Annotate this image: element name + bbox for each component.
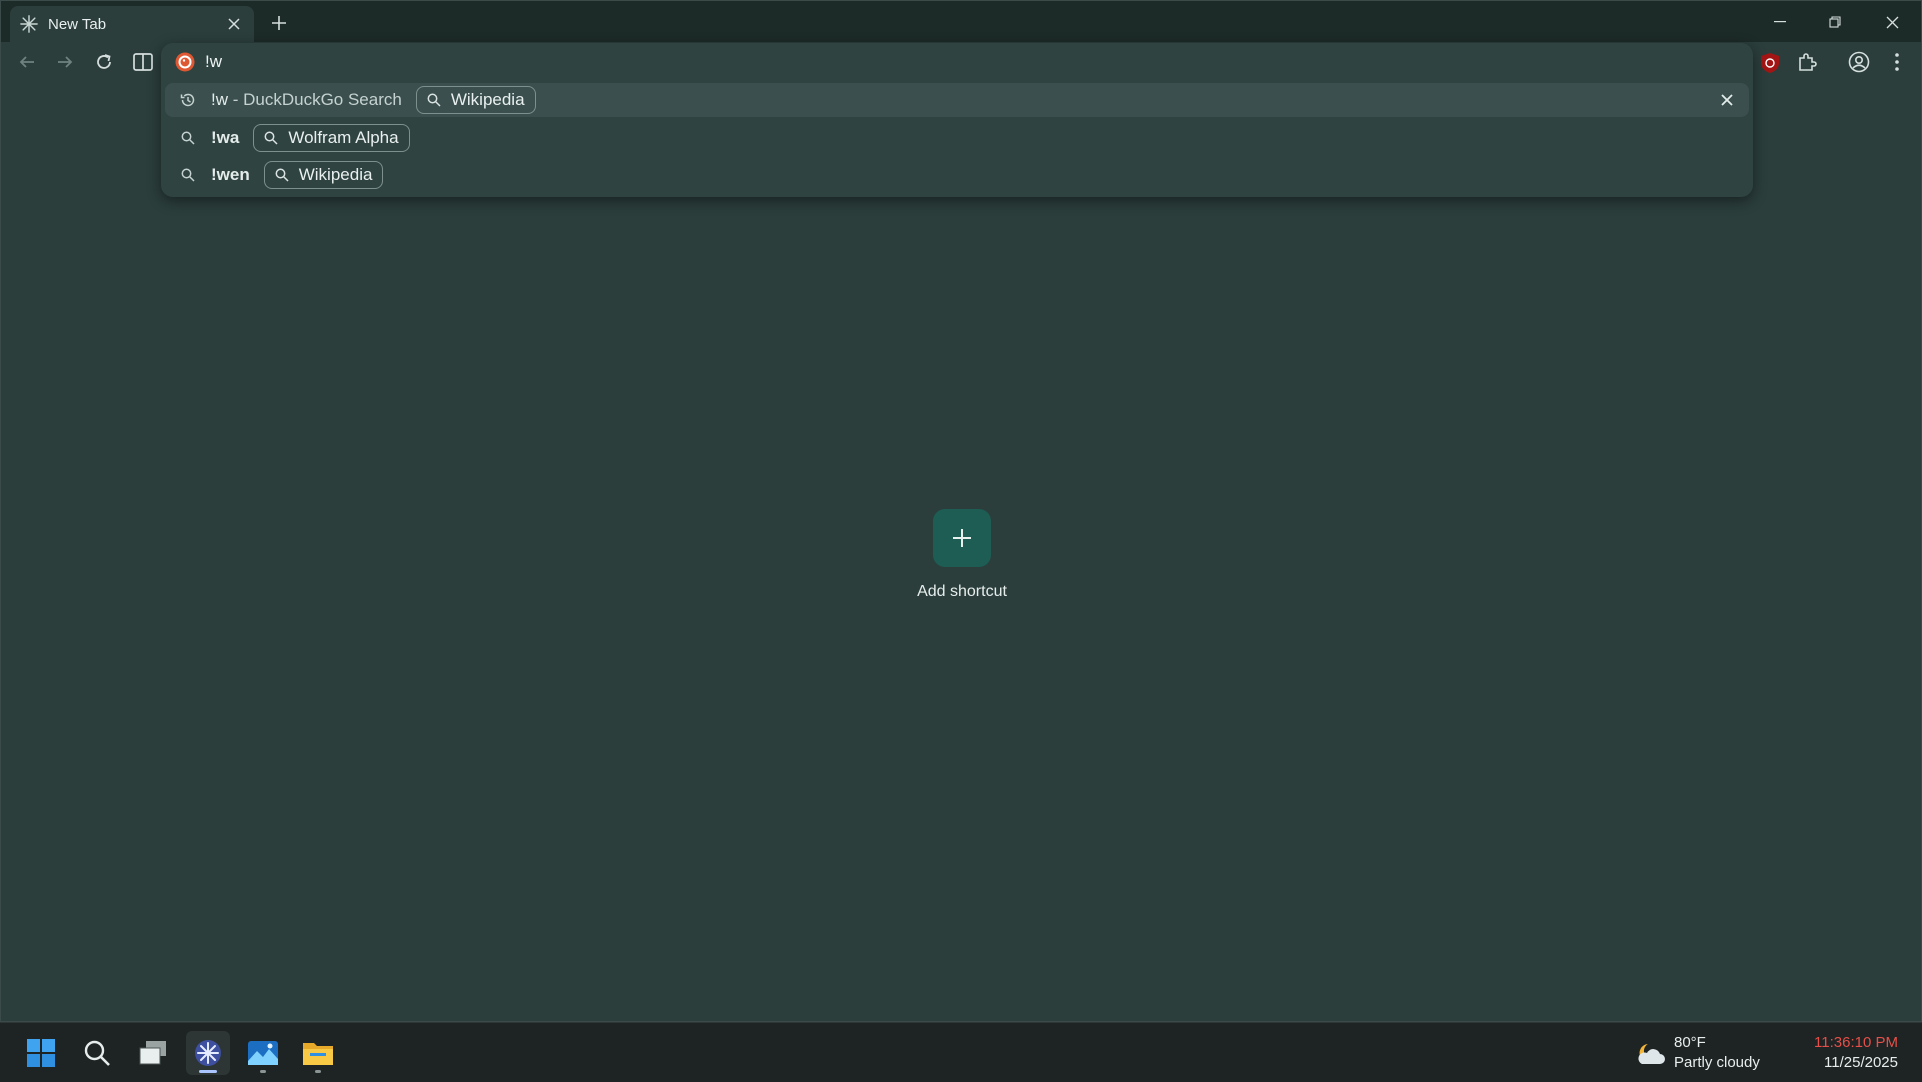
close-window-button[interactable] [1869, 7, 1915, 37]
weather-widget[interactable]: 80°F Partly cloudy [1634, 1033, 1760, 1073]
suggestion-text: !wa [211, 128, 240, 147]
tab-new-tab[interactable]: New Tab [10, 6, 254, 42]
search-button[interactable] [75, 1031, 119, 1075]
search-icon [275, 168, 289, 182]
search-icon [427, 93, 441, 107]
suggestion-row[interactable]: !w - DuckDuckGo Search Wikipedia [165, 83, 1749, 117]
add-shortcut-tile[interactable] [933, 509, 991, 567]
running-indicator [260, 1070, 266, 1073]
keyword-chip-wikipedia[interactable]: Wikipedia [263, 161, 384, 189]
restore-icon [1829, 16, 1841, 28]
puzzle-icon [1799, 53, 1817, 71]
start-button[interactable] [19, 1031, 63, 1075]
close-icon [1886, 16, 1898, 28]
menu-button[interactable] [1881, 46, 1913, 78]
task-view-icon [139, 1041, 166, 1065]
folder-icon [303, 1043, 333, 1065]
history-icon [179, 91, 197, 109]
suggestion-text: !wen [211, 165, 250, 184]
split-view-button[interactable] [127, 46, 159, 78]
weather-condition: Partly cloudy [1674, 1054, 1760, 1071]
snowflake-icon [20, 15, 38, 33]
search-icon [264, 131, 278, 145]
partly-cloudy-icon [1638, 1044, 1665, 1064]
forward-button[interactable] [49, 46, 81, 78]
weather-text: 80°F Partly cloudy [1674, 1033, 1760, 1073]
photos-icon [248, 1041, 278, 1065]
running-indicator [315, 1070, 321, 1073]
profile-icon [1848, 51, 1870, 73]
ublock-extension-icon[interactable] [1759, 52, 1781, 74]
minimize-icon [1774, 21, 1786, 23]
browser-window: New Tab !w !w - DuckDuckGo Search Wikipe… [0, 0, 1922, 1022]
tab-strip: New Tab [1, 1, 1921, 42]
taskbar: 80°F Partly cloudy 11:36:10 PM 11/25/202… [0, 1022, 1922, 1082]
more-vertical-icon [1895, 53, 1899, 71]
keyword-chip-wolfram-alpha[interactable]: Wolfram Alpha [253, 124, 410, 152]
plus-icon [272, 16, 286, 30]
omnibox-input-row[interactable]: !w [161, 43, 1753, 81]
tab-title: New Tab [48, 15, 107, 33]
tab-close-button[interactable] [224, 14, 244, 34]
close-icon [1721, 94, 1733, 106]
search-icon [84, 1040, 110, 1066]
suggestion-row[interactable]: !wa Wolfram Alpha [165, 121, 1749, 155]
clock-date: 11/25/2025 [1824, 1054, 1898, 1071]
snowflake-icon [195, 1040, 221, 1066]
restore-button[interactable] [1812, 7, 1858, 37]
taskbar-photos[interactable] [241, 1031, 285, 1075]
suggestion-text: !w - DuckDuckGo Search [211, 90, 402, 109]
omnibox-input[interactable]: !w [205, 52, 222, 72]
suggestion-row[interactable]: !wen Wikipedia [165, 158, 1749, 192]
minimize-button[interactable] [1757, 7, 1803, 37]
active-indicator [199, 1070, 217, 1073]
keyword-chip-wikipedia[interactable]: Wikipedia [415, 86, 536, 114]
new-tab-button[interactable] [267, 11, 291, 35]
task-view-button[interactable] [131, 1031, 175, 1075]
profile-button[interactable] [1843, 46, 1875, 78]
system-clock[interactable]: 11:36:10 PM 11/25/2025 [1814, 1033, 1898, 1073]
duckduckgo-icon [175, 52, 195, 72]
add-shortcut-label: Add shortcut [917, 583, 1007, 600]
arrow-left-icon [19, 56, 34, 68]
taskbar-file-explorer[interactable] [296, 1031, 340, 1075]
reload-button[interactable] [88, 46, 120, 78]
arrow-right-icon [58, 56, 73, 68]
windows-icon [27, 1039, 55, 1067]
clock-time: 11:36:10 PM [1814, 1034, 1898, 1051]
search-icon [179, 129, 197, 147]
back-button[interactable] [11, 46, 43, 78]
plus-icon [953, 529, 971, 547]
split-view-icon [133, 53, 153, 71]
close-icon [228, 18, 240, 30]
remove-suggestion-button[interactable] [1717, 90, 1737, 110]
extensions-button[interactable] [1791, 46, 1823, 78]
weather-temp: 80°F [1674, 1034, 1706, 1051]
omnibox-dropdown: !w !w - DuckDuckGo Search Wikipedia !wa … [161, 43, 1753, 197]
taskbar-browser[interactable] [186, 1031, 230, 1075]
reload-icon [97, 54, 111, 69]
add-shortcut-button[interactable]: Add shortcut [901, 509, 1023, 617]
search-icon [179, 166, 197, 184]
